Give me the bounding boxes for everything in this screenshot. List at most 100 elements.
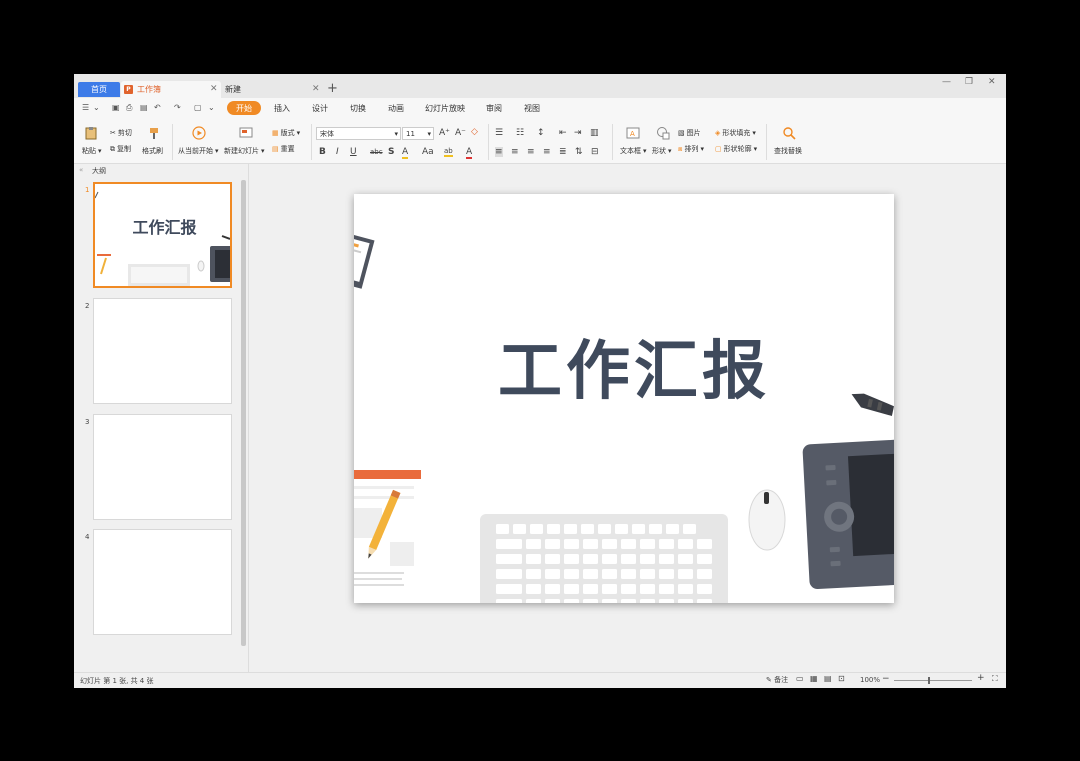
hamburger-menu-icon[interactable]: ☰ (82, 103, 89, 112)
minimize-icon[interactable]: — (942, 77, 951, 87)
undo-icon[interactable]: ↶ (154, 103, 161, 112)
font-color-icon[interactable]: A (466, 147, 473, 159)
add-tab-icon[interactable]: + (327, 81, 338, 96)
pane-divider[interactable] (248, 164, 249, 672)
menu-insert[interactable]: 插入 (274, 103, 290, 114)
menu-design[interactable]: 设计 (312, 103, 328, 114)
paste-button[interactable]: 粘贴 ▾ (82, 146, 102, 156)
redo-icon[interactable]: ↷ (174, 103, 181, 112)
tab-new-close-icon[interactable]: ✕ (312, 84, 320, 94)
ppt-file-icon: P (124, 85, 133, 94)
normal-view-icon[interactable]: ▭ (796, 674, 804, 683)
font-name-select[interactable]: 宋体 ▾ (316, 127, 401, 140)
font-size-select[interactable]: 11 ▾ (402, 127, 434, 140)
slide-thumbnail-list: 1 工作汇报 2 3 4 (74, 178, 248, 672)
align-right-icon[interactable]: ≡ (527, 147, 535, 157)
highlight-icon[interactable]: ab (444, 147, 453, 157)
outline-label[interactable]: 大纲 (92, 166, 106, 176)
slide-thumbnail-1[interactable]: 工作汇报 (93, 182, 232, 288)
paste-icon[interactable] (84, 126, 98, 140)
reset-button[interactable]: ▤ 重置 (272, 144, 295, 154)
zoom-slider-handle[interactable] (928, 677, 930, 684)
notes-button[interactable]: ✎ 备注 (766, 675, 788, 685)
shape-button[interactable]: 形状 ▾ (652, 146, 672, 156)
customize-icon[interactable]: ⌄ (208, 103, 215, 112)
menu-animation[interactable]: 动画 (388, 103, 404, 114)
shadow-icon[interactable]: S (388, 147, 394, 157)
italic-icon[interactable]: I (336, 147, 339, 157)
menu-review[interactable]: 审阅 (486, 103, 502, 114)
slide-thumbnail-3[interactable] (93, 414, 232, 520)
play-icon[interactable] (192, 126, 206, 140)
format-painter-icon[interactable] (147, 126, 161, 140)
zoom-level[interactable]: 100% (860, 676, 880, 684)
justify-icon[interactable]: ≡ (543, 147, 551, 157)
textbox-icon[interactable]: A (626, 126, 640, 140)
cut-button[interactable]: ✂ 剪切 (110, 128, 132, 138)
slide-thumbnail-2[interactable] (93, 298, 232, 404)
arrange-button[interactable]: ⧈ 排列 ▾ (678, 144, 704, 154)
text-effect-icon[interactable]: A (402, 147, 409, 159)
export-icon[interactable]: ▢ (194, 103, 202, 112)
new-slide-icon[interactable] (239, 126, 253, 140)
play-from-current-button[interactable]: 从当前开始 ▾ (178, 146, 219, 156)
shape-fill-button[interactable]: ◈ 形状填充 ▾ (715, 128, 756, 138)
close-window-icon[interactable]: ✕ (988, 77, 996, 87)
menu-slideshow[interactable]: 幻灯片放映 (425, 103, 465, 114)
menu-view[interactable]: 视图 (524, 103, 540, 114)
picture-button[interactable]: ▧ 图片 (678, 128, 701, 138)
copy-button[interactable]: ⧉ 复制 (110, 144, 131, 154)
restore-icon[interactable]: ❐ (965, 77, 973, 87)
underline-icon[interactable]: U (350, 147, 357, 157)
layout-button[interactable]: ▦ 版式 ▾ (272, 128, 300, 138)
print-preview-icon[interactable]: ▤ (140, 103, 148, 112)
slide-title[interactable]: 工作汇报 (354, 320, 894, 412)
chevron-down-icon[interactable]: ⌄ (93, 103, 100, 112)
sorter-view-icon[interactable]: ▦ (810, 674, 818, 683)
collapse-icon[interactable]: « (79, 166, 83, 174)
app-window: 首页 P 工作簿 ✕ 新建 ✕ + — ❐ ✕ ☰ ⌄ ▣ ⎙ ▤ ↶ ↷ ▢ … (74, 74, 1006, 688)
increase-font-icon[interactable]: A⁺ (439, 128, 450, 138)
shape-outline-button[interactable]: ▢ 形状轮廓 ▾ (715, 144, 757, 154)
strikethrough-icon[interactable]: abc (370, 148, 383, 156)
new-slide-button[interactable]: 新建幻灯片 ▾ (224, 146, 265, 156)
reading-view-icon[interactable]: ▤ (824, 674, 832, 683)
menu-start[interactable]: 开始 (227, 101, 261, 115)
tab-home[interactable]: 首页 (78, 82, 120, 97)
find-replace-button[interactable]: 查找替换 (774, 146, 802, 156)
menu-transition[interactable]: 切换 (350, 103, 366, 114)
format-painter-button[interactable]: 格式刷 (142, 146, 163, 156)
decrease-font-icon[interactable]: A⁻ (455, 128, 466, 138)
textbox-button[interactable]: 文本框 ▾ (620, 146, 647, 156)
fit-window-icon[interactable]: ⛶ (992, 674, 998, 684)
change-case-icon[interactable]: Aa (422, 147, 434, 157)
tab-close-icon[interactable]: ✕ (210, 84, 218, 94)
thumbnail-scrollbar[interactable] (241, 180, 246, 646)
clear-format-icon[interactable]: ◇ (471, 127, 478, 137)
slideshow-view-icon[interactable]: ⊡ (838, 674, 845, 683)
align-left-icon[interactable]: ≡ (495, 147, 503, 157)
zoom-out-icon[interactable]: − (882, 674, 890, 684)
zoom-in-icon[interactable]: + (977, 673, 985, 683)
columns-icon[interactable]: ▥ (590, 128, 599, 138)
search-icon[interactable] (782, 126, 796, 140)
save-icon[interactable]: ▣ (112, 103, 120, 112)
print-icon[interactable]: ⎙ (126, 103, 132, 113)
tab-new[interactable]: 新建 (222, 81, 322, 98)
vertical-align-icon[interactable]: ⊟ (591, 147, 599, 157)
font-size-value: 11 (406, 129, 415, 138)
increase-indent-icon[interactable]: ⇥ (574, 128, 582, 138)
text-direction-icon[interactable]: ⇅ (575, 147, 583, 157)
slide-thumbnail-4[interactable] (93, 529, 232, 635)
slide-canvas[interactable]: 工作汇报 (354, 194, 894, 603)
align-center-icon[interactable]: ≡ (511, 147, 519, 157)
bold-icon[interactable]: B (319, 147, 326, 157)
decrease-indent-icon[interactable]: ⇤ (559, 128, 567, 138)
line-spacing-icon[interactable]: ↕ (537, 128, 545, 138)
bullet-list-icon[interactable]: ☰ (495, 128, 503, 138)
distribute-icon[interactable]: ≣ (559, 147, 567, 157)
shape-icon[interactable] (656, 126, 670, 140)
tab-document[interactable]: P 工作簿 (121, 81, 221, 98)
numbered-list-icon[interactable]: ☷ (516, 128, 524, 138)
zoom-slider[interactable] (894, 680, 972, 681)
